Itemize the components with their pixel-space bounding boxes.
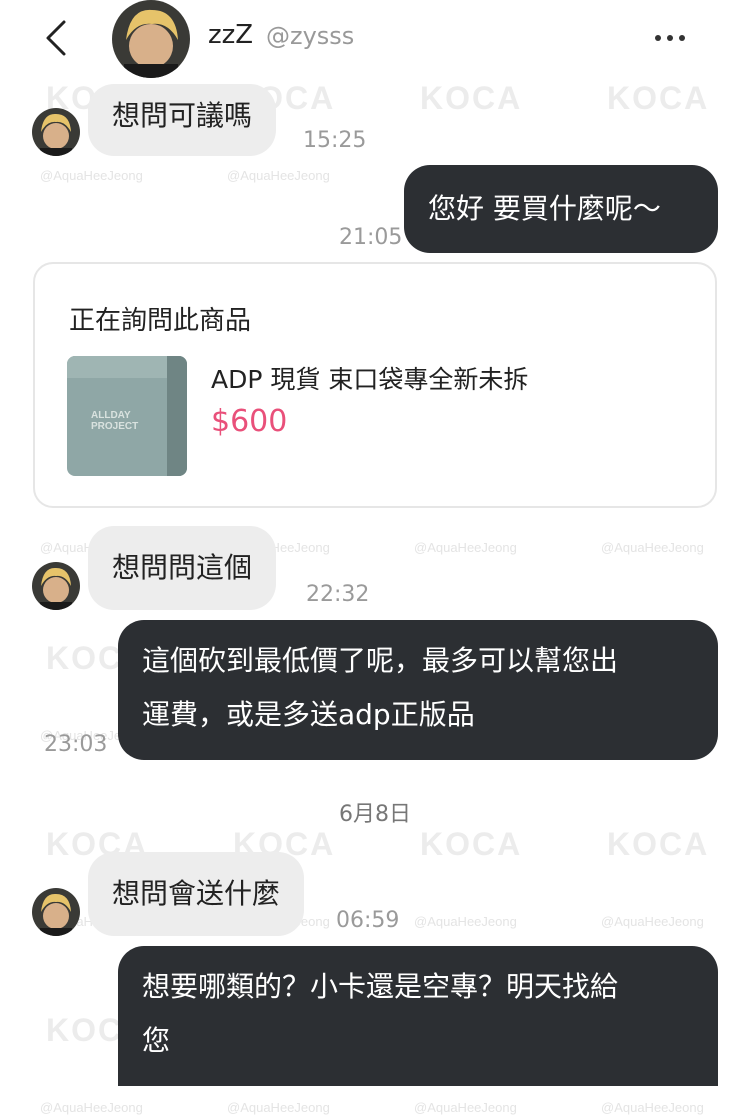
message-time: 21:05 [339,225,403,250]
product-price: $600 [211,404,288,439]
watermark-handle: @AquaHeeJeong [601,914,704,929]
watermark-handle: @AquaHeeJeong [601,540,704,555]
message-bubble: 想要哪類的？小卡還是空專？明天找給 您 [118,946,718,1086]
product-inquiry-card[interactable]: 正在詢問此商品 ALLDAY PROJECT ADP 現貨 束口袋專全新未拆 $… [33,262,717,508]
watermark-brand: KOCA [420,826,523,862]
avatar[interactable] [32,888,80,936]
date-separator: 6月8日 [339,802,411,827]
avatar[interactable] [112,0,190,78]
watermark-brand: KOCA [607,80,710,116]
avatar[interactable] [32,562,80,610]
watermark-handle: @AquaHeeJeong [40,168,143,183]
message-line: 想要哪類的？小卡還是空專？明天找給 [142,970,619,1003]
product-image[interactable]: ALLDAY PROJECT [67,356,187,476]
message-bubble: 想問問這個 [88,526,277,610]
chevron-left-icon [46,20,66,56]
watermark-brand: KOCA [420,80,523,116]
contact-handle: @zysss [266,22,355,50]
chat-header: zzZ @zysss [0,0,750,78]
message-line: 您 [142,1024,171,1057]
watermark-handle: @AquaHeeJeong [40,1100,143,1115]
card-title: 正在詢問此商品 [69,306,252,336]
svg-text:PROJECT: PROJECT [91,421,138,432]
watermark-brand: KOCA [607,826,710,862]
message-time: 06:59 [336,908,400,933]
avatar[interactable] [32,108,80,156]
svg-text:ALLDAY: ALLDAY [91,410,131,421]
watermark-handle: @AquaHeeJeong [414,914,517,929]
back-button[interactable] [40,18,74,58]
more-button[interactable] [652,26,692,50]
more-horizontal-icon [655,35,685,41]
watermark-handle: @AquaHeeJeong [227,168,330,183]
watermark-handle: @AquaHeeJeong [227,1100,330,1115]
message-bubble: 想問會送什麼 [88,852,305,936]
message-bubble: 您好 要買什麼呢～ [404,165,718,253]
watermark-handle: @AquaHeeJeong [414,540,517,555]
product-name: ADP 現貨 束口袋專全新未拆 [211,365,529,394]
message-time: 22:32 [306,582,370,607]
message-line: 運費，或是多送adp正版品 [142,698,475,731]
message-bubble: 想問可議嗎 [88,84,277,156]
watermark-handle: @AquaHeeJeong [414,1100,517,1115]
message-line: 這個砍到最低價了呢，最多可以幫您出 [142,644,619,677]
watermark-handle: @AquaHeeJeong [601,1100,704,1115]
message-bubble: 這個砍到最低價了呢，最多可以幫您出 運費，或是多送adp正版品 [118,620,718,760]
contact-name: zzZ [208,20,254,50]
message-time: 15:25 [303,128,367,153]
message-time: 23:03 [44,732,108,757]
